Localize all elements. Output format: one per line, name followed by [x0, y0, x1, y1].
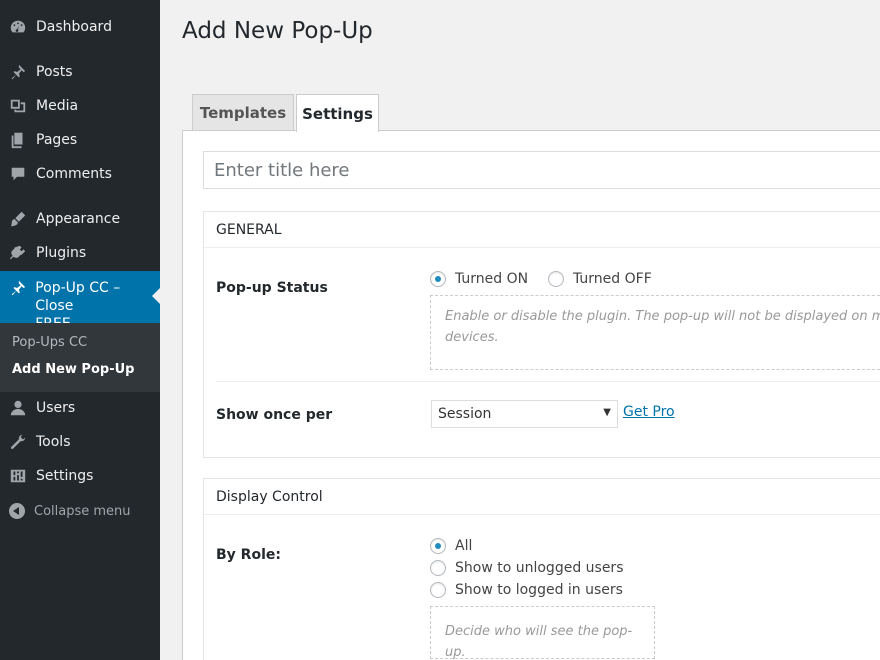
sidebar-item-dashboard[interactable]: Dashboard [0, 10, 160, 44]
sidebar-item-posts[interactable]: Posts [0, 55, 160, 89]
role-all-label: All [455, 538, 473, 554]
role-description: Decide who will see the pop-up. [430, 606, 655, 660]
brush-icon [0, 210, 36, 228]
collapse-icon [0, 503, 34, 519]
comment-icon [0, 165, 36, 183]
status-description-line2: devices. [445, 330, 499, 345]
general-heading: GENERAL [204, 212, 880, 248]
admin-sidebar: Dashboard Posts Media Pages Comments App… [0, 0, 160, 660]
popup-status-label: Pop-up Status [216, 280, 328, 296]
status-on-label: Turned ON [455, 271, 529, 287]
wrench-icon [0, 433, 36, 451]
sidebar-item-settings[interactable]: Settings [0, 459, 160, 493]
sidebar-item-label: Dashboard [36, 19, 112, 35]
sidebar-item-label: Plugins [36, 245, 87, 261]
role-unlogged-radio[interactable]: Show to unlogged users [430, 560, 624, 576]
page-title: Add New Pop-Up [182, 18, 373, 44]
sidebar-item-comments[interactable]: Comments [0, 157, 160, 191]
sidebar-item-label: Media [36, 98, 79, 114]
collapse-menu-label: Collapse menu [34, 503, 131, 519]
sidebar-item-label: Users [36, 400, 76, 416]
plug-icon [0, 244, 36, 262]
title-input[interactable]: Enter title here [203, 151, 880, 189]
role-unlogged-label: Show to unlogged users [455, 560, 624, 576]
role-logged-radio[interactable]: Show to logged in users [430, 582, 623, 598]
show-once-value: Session [438, 406, 492, 422]
show-once-select[interactable]: Session ▼ [431, 400, 618, 428]
pages-icon [0, 131, 36, 149]
sidebar-item-label: Comments [36, 166, 112, 182]
sidebar-item-media[interactable]: Media [0, 89, 160, 123]
display-control-heading: Display Control [204, 479, 880, 515]
tab-templates[interactable]: Templates [192, 94, 294, 131]
status-off-label: Turned OFF [573, 271, 652, 287]
collapse-menu-button[interactable]: Collapse menu [0, 494, 160, 528]
show-once-label: Show once per [216, 407, 333, 423]
sidebar-item-label: Settings [36, 468, 94, 484]
sidebar-item-label: Appearance [36, 211, 121, 227]
pin-icon [0, 279, 35, 297]
radio-unselected-icon [430, 560, 446, 576]
status-off-radio[interactable]: Turned OFF [548, 271, 652, 287]
radio-unselected-icon [548, 271, 564, 287]
sidebar-item-plugins[interactable]: Plugins [0, 236, 160, 270]
tab-settings[interactable]: Settings [296, 94, 379, 132]
chevron-down-icon: ▼ [603, 407, 611, 418]
by-role-label: By Role: [216, 547, 281, 563]
settings-icon [0, 467, 36, 485]
sidebar-item-label-line1: Pop-Up CC – Close [35, 280, 121, 314]
dashboard-icon [0, 18, 36, 36]
status-description: Enable or disable the plugin. The pop-up… [430, 295, 880, 370]
pin-icon [0, 63, 36, 81]
sidebar-item-label: Tools [36, 434, 71, 450]
role-logged-label: Show to logged in users [455, 582, 623, 598]
radio-selected-icon [430, 271, 446, 287]
active-indicator [152, 288, 160, 304]
sidebar-item-tools[interactable]: Tools [0, 425, 160, 459]
media-icon [0, 97, 36, 115]
sidebar-item-label: Pages [36, 132, 78, 148]
sidebar-item-pages[interactable]: Pages [0, 123, 160, 157]
sidebar-item-appearance[interactable]: Appearance [0, 202, 160, 236]
sidebar-item-users[interactable]: Users [0, 391, 160, 425]
submenu-item-add-new-popup[interactable]: Add New Pop-Up [12, 362, 134, 377]
status-description-line1: Enable or disable the plugin. The pop-up… [445, 309, 880, 324]
radio-selected-icon [430, 538, 446, 554]
status-on-radio[interactable]: Turned ON [430, 271, 528, 287]
sidebar-item-popup-cc[interactable]: Pop-Up CC – Close FREE [0, 271, 160, 332]
get-pro-link[interactable]: Get Pro [623, 404, 675, 420]
sidebar-submenu: Pop-Ups CC Add New Pop-Up [0, 323, 160, 392]
user-icon [0, 399, 36, 417]
radio-unselected-icon [430, 582, 446, 598]
field-divider [216, 381, 880, 382]
sidebar-item-label: Posts [36, 64, 73, 80]
role-all-radio[interactable]: All [430, 538, 472, 554]
submenu-item-popups-cc[interactable]: Pop-Ups CC [12, 335, 87, 350]
